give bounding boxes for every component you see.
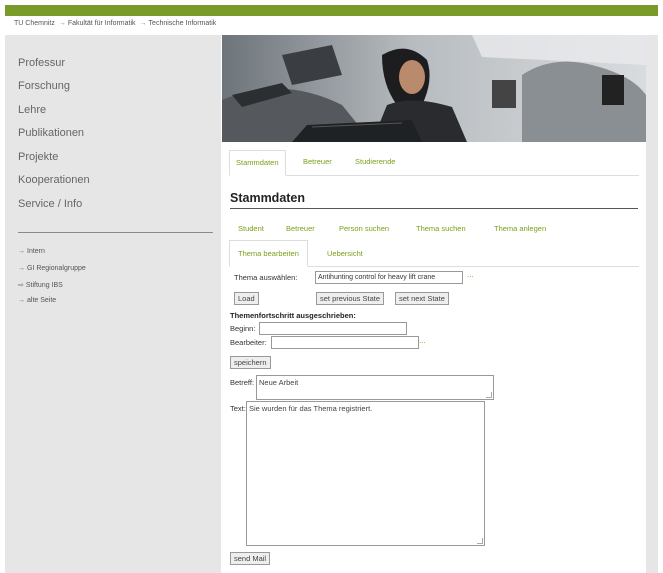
external-link-icon: ⇨: [18, 282, 24, 289]
betreff-label: Betreff:: [230, 378, 255, 387]
title-underline: [230, 208, 638, 209]
subtab-person-suchen[interactable]: Person suchen: [339, 224, 389, 233]
sidebar-divider: [18, 232, 213, 233]
set-next-state-button[interactable]: set next State: [395, 292, 449, 305]
sidebar-item-kooperationen[interactable]: Kooperationen: [18, 174, 90, 186]
beginn-input[interactable]: [259, 322, 407, 335]
subtab-uebersicht[interactable]: Uebersicht: [327, 249, 363, 258]
breadcrumb-item-university[interactable]: TU Chemnitz: [14, 20, 55, 27]
breadcrumb-item-faculty[interactable]: Fakultät für Informatik: [68, 20, 136, 27]
resize-grip-icon[interactable]: [486, 392, 492, 398]
beginn-label: Beginn:: [230, 324, 256, 333]
arrow-right-icon: →: [18, 297, 25, 304]
progress-heading: Themenfortschritt ausgeschrieben:: [230, 311, 356, 320]
speichern-button[interactable]: speichern: [230, 356, 271, 369]
sidebar-link-stiftung-ibs[interactable]: ⇨ Stiftung IBS: [18, 281, 63, 289]
tab-stammdaten[interactable]: Stammdaten: [229, 150, 286, 176]
sidebar-link-alte-seite[interactable]: → alte Seite: [18, 297, 56, 304]
arrow-right-icon: →: [18, 265, 25, 272]
breadcrumb-arrow-icon: →: [139, 20, 147, 27]
load-button[interactable]: Load: [234, 292, 259, 305]
subtab-thema-bearbeiten[interactable]: Thema bearbeiten: [229, 240, 308, 267]
subtab-betreuer[interactable]: Betreuer: [286, 224, 315, 233]
thema-select[interactable]: Antihunting control for heavy lift crane: [315, 271, 463, 284]
text-textarea[interactable]: Sie wurden für das Thema registriert.: [246, 401, 485, 546]
header-photo: [222, 35, 646, 142]
tab-studierende[interactable]: Studierende: [349, 150, 401, 174]
thema-more-link[interactable]: ...: [467, 270, 474, 279]
subtab-thema-suchen[interactable]: Thema suchen: [416, 224, 466, 233]
sidebar-item-publikationen[interactable]: Publikationen: [18, 127, 84, 139]
sidebar-link-gi-regionalgruppe[interactable]: → GI Regionalgruppe: [18, 265, 86, 272]
subtab-student[interactable]: Student: [238, 224, 264, 233]
text-label: Text:: [230, 404, 246, 413]
arrow-right-icon: →: [18, 248, 25, 255]
send-mail-button[interactable]: send Mail: [230, 552, 271, 565]
bearbeiter-more-link[interactable]: ...: [419, 336, 426, 345]
header-photo-illustration: [222, 35, 646, 142]
breadcrumb-arrow-icon: →: [58, 20, 66, 27]
sidebar-item-service-info[interactable]: Service / Info: [18, 198, 82, 210]
sidebar-item-lehre[interactable]: Lehre: [18, 104, 46, 116]
sub-tabs: Student Betreuer Person suchen Thema suc…: [229, 216, 639, 267]
tab-betreuer[interactable]: Betreuer: [297, 150, 338, 174]
bearbeiter-label: Bearbeiter:: [230, 338, 267, 347]
subtab-thema-anlegen[interactable]: Thema anlegen: [494, 224, 546, 233]
set-previous-state-button[interactable]: set previous State: [316, 292, 385, 305]
right-margin-strip: [646, 35, 658, 573]
sidebar-item-professur[interactable]: Professur: [18, 57, 65, 69]
main-tabs: Stammdaten Betreuer Studierende: [229, 150, 639, 176]
sidebar-item-forschung[interactable]: Forschung: [18, 80, 70, 92]
sidebar: Professur Forschung Lehre Publikationen …: [5, 35, 221, 573]
breadcrumb-item-department[interactable]: Technische Informatik: [149, 20, 217, 27]
thema-label: Thema auswählen:: [234, 273, 298, 282]
sidebar-item-projekte[interactable]: Projekte: [18, 151, 58, 163]
bearbeiter-input[interactable]: [271, 336, 419, 349]
breadcrumb: TU Chemnitz → Fakultät für Informatik → Tech…: [14, 20, 218, 27]
resize-grip-icon[interactable]: [477, 538, 483, 544]
top-bar: [5, 5, 658, 16]
betreff-textarea[interactable]: Neue Arbeit: [256, 375, 494, 400]
main-content: Stammdaten Betreuer Studierende Stammdat…: [222, 142, 646, 573]
page-title: Stammdaten: [230, 191, 306, 205]
sidebar-link-intern[interactable]: → Intern: [18, 248, 45, 255]
